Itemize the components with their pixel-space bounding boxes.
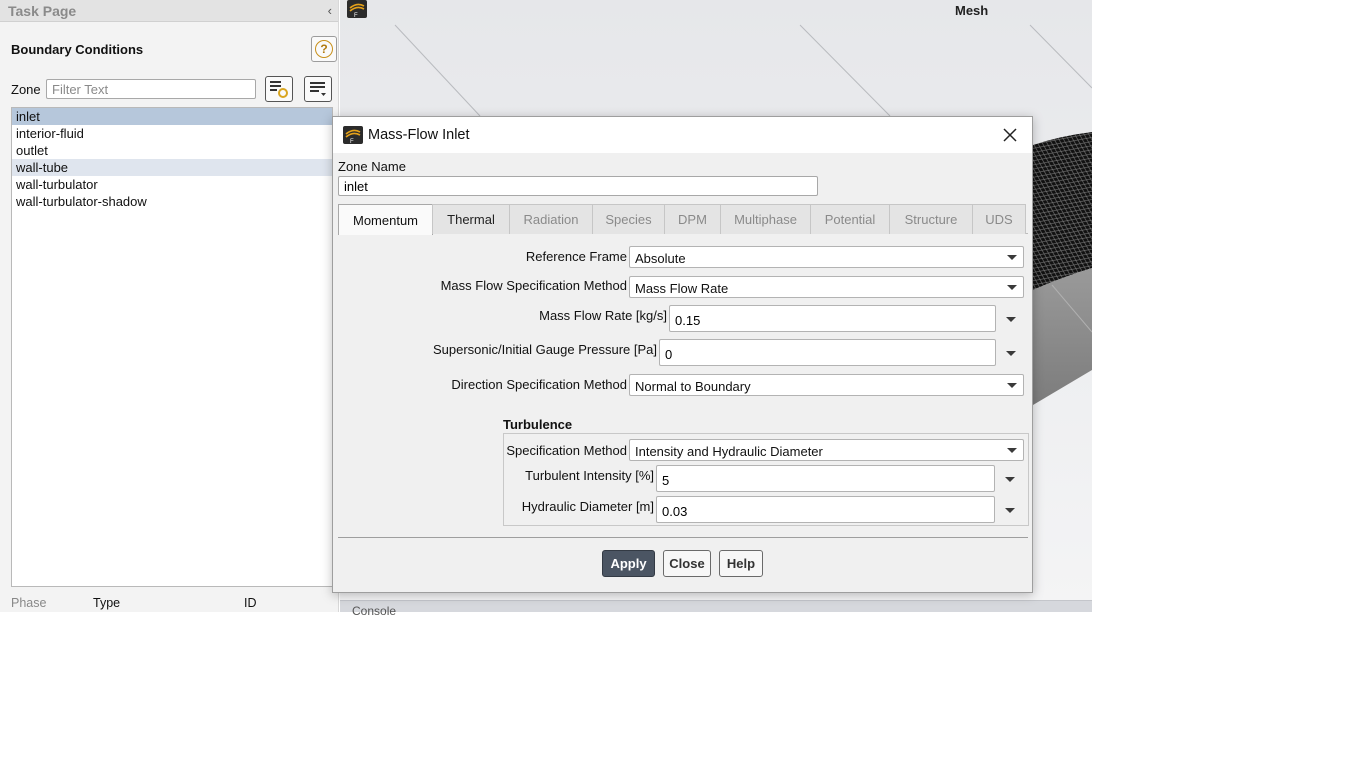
graphics-title: Mesh [955,3,989,18]
list-filter-icon [270,81,288,98]
task-page-header: Task Page ‹ [0,0,338,22]
dialog-title: Mass-Flow Inlet [368,127,470,143]
hydraulic-diameter-label: Hydraulic Diameter [m] [521,499,654,514]
tab-thermal[interactable]: Thermal [432,204,510,234]
close-button[interactable]: Close [663,550,711,577]
chevron-down-icon [1007,448,1017,453]
mass-flow-spec-value: Mass Flow Rate [635,281,729,296]
svg-text:F: F [354,13,358,18]
zone-name-field[interactable] [338,176,818,196]
turbulent-intensity-label: Turbulent Intensity [%] [525,468,654,483]
reference-frame-label: Reference Frame [525,249,627,264]
question-mark-icon: ? [315,40,333,58]
dialog-close-button[interactable] [1000,125,1020,145]
console-tab-bar[interactable]: Console [340,600,1092,618]
momentum-tab-body: Reference Frame Absolute Mass Flow Speci… [338,235,1029,537]
task-page-title: Task Page [8,2,77,19]
dialog-titlebar[interactable]: F Mass-Flow Inlet [333,117,1032,153]
help-button[interactable]: ? [311,36,337,62]
zone-list-item[interactable]: wall-turbulator-shadow [12,193,332,210]
turbulator-mesh [1033,132,1092,290]
gauge-pressure-field[interactable] [659,339,996,366]
chevron-down-icon [1007,285,1017,290]
turbulence-spec-value: Intensity and Hydraulic Diameter [635,444,823,459]
svg-text:F: F [350,139,354,144]
tab-potential[interactable]: Potential [810,204,890,234]
mass-flow-rate-label: Mass Flow Rate [kg/s] [539,308,667,323]
console-tab-label[interactable]: Console [352,604,396,618]
zone-info-header: Phase Type ID [0,594,339,612]
tab-species[interactable]: Species [592,204,665,234]
help-button-dialog[interactable]: Help [719,550,763,577]
turbulence-spec-dropdown[interactable]: Intensity and Hydraulic Diameter [629,439,1024,461]
tab-multiphase[interactable]: Multiphase [720,204,811,234]
list-sort-icon [310,82,326,96]
zone-list-item[interactable]: outlet [12,142,332,159]
mass-flow-spec-label: Mass Flow Specification Method [440,278,627,293]
chevron-down-icon [1007,255,1017,260]
zone-list-item[interactable]: interior-fluid [12,125,332,142]
reference-frame-value: Absolute [635,251,686,266]
direction-spec-label: Direction Specification Method [451,377,627,392]
zone-list-item[interactable]: wall-turbulator [12,176,332,193]
zone-label: Zone [11,82,41,97]
dialog-separator [338,537,1028,538]
turbulent-intensity-field[interactable] [656,465,995,492]
fluent-app-icon: F [343,126,363,145]
close-icon [1003,128,1017,142]
tab-uds[interactable]: UDS [972,204,1026,234]
turbulence-group-title: Turbulence [503,417,573,432]
zone-filter-options-button[interactable] [265,76,293,102]
mass-flow-rate-options-icon[interactable] [1006,317,1016,322]
fluent-logo-icon: F [347,0,367,19]
zone-filter-input[interactable] [46,79,256,99]
turbulence-group: Specification Method Intensity and Hydra… [503,433,1029,526]
tab-radiation[interactable]: Radiation [509,204,593,234]
mass-flow-spec-dropdown[interactable]: Mass Flow Rate [629,276,1024,298]
tab-dpm[interactable]: DPM [664,204,721,234]
reference-frame-dropdown[interactable]: Absolute [629,246,1024,268]
zone-list[interactable]: inlet interior-fluid outlet wall-tube wa… [11,107,333,587]
hydraulic-diameter-options-icon[interactable] [1005,508,1015,513]
id-column-label: ID [244,596,257,610]
zone-sort-button[interactable] [304,76,332,102]
boundary-tabs: Momentum Thermal Radiation Species DPM M… [338,204,1028,235]
gauge-pressure-options-icon[interactable] [1006,351,1016,356]
tab-momentum[interactable]: Momentum [338,204,433,235]
zone-list-item[interactable]: inlet [12,108,332,125]
hydraulic-diameter-field[interactable] [656,496,995,523]
mass-flow-inlet-dialog: F Mass-Flow Inlet Zone Name Momentum The… [332,116,1033,593]
collapse-chevron-icon[interactable]: ‹ [328,3,332,18]
panel-title: Boundary Conditions [11,42,144,57]
mass-flow-rate-field[interactable] [669,305,996,332]
apply-button[interactable]: Apply [602,550,655,577]
phase-column-label: Phase [11,596,47,610]
zone-name-label: Zone Name [338,159,406,174]
zone-list-item[interactable]: wall-tube [12,159,332,176]
type-column-label: Type [93,596,121,610]
chevron-down-icon [1007,383,1017,388]
task-page-panel: Task Page ‹ Boundary Conditions ? Zone i… [0,0,339,612]
tab-structure[interactable]: Structure [889,204,973,234]
turbulent-intensity-options-icon[interactable] [1005,477,1015,482]
direction-spec-dropdown[interactable]: Normal to Boundary [629,374,1024,396]
tube-wall-mesh [1033,268,1092,405]
perspective-line [799,24,891,117]
turbulence-spec-label: Specification Method [506,443,627,458]
perspective-line [394,24,481,117]
perspective-line [1029,24,1092,89]
direction-spec-value: Normal to Boundary [635,379,751,394]
gauge-pressure-label: Supersonic/Initial Gauge Pressure [Pa] [432,342,657,357]
